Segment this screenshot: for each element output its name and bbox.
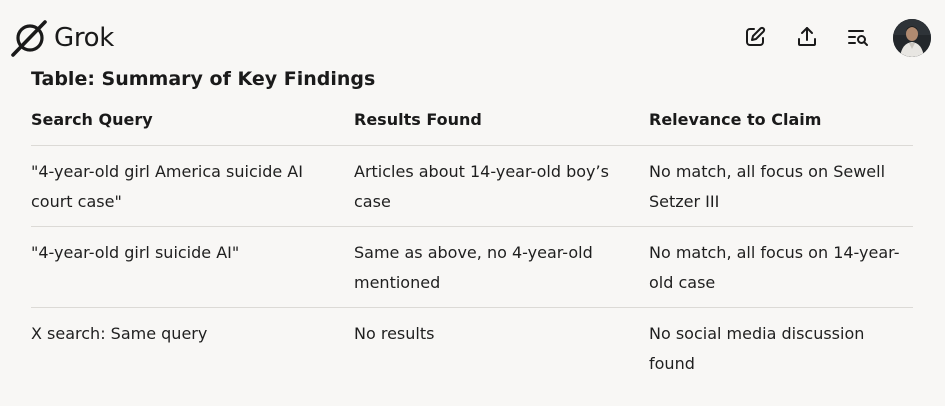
table-row: "4-year-old girl suicide AI" Same as abo… [31, 227, 913, 308]
column-header: Results Found [354, 110, 482, 129]
grok-logo[interactable]: Grok [10, 19, 114, 57]
column-header: Relevance to Claim [649, 110, 822, 129]
table-cell: No results [354, 324, 435, 343]
top-bar: Grok [0, 0, 945, 72]
table-cell: X search: Same query [31, 324, 208, 343]
share-button[interactable] [792, 22, 822, 52]
table-title: Table: Summary of Key Findings [31, 68, 376, 90]
table-cell: "4-year-old girl suicide AI" [31, 243, 240, 262]
history-search-button[interactable] [843, 22, 873, 52]
table-cell: No match, all focus on Sewell Setzer III [649, 162, 886, 211]
table-row: X search: Same query No results No socia… [31, 308, 913, 388]
table-cell: No match, all focus on 14-year-old case [649, 243, 900, 292]
findings-table: Search Query Results Found Relevance to … [31, 104, 913, 388]
search-history-icon [848, 30, 868, 46]
table-cell: Articles about 14-year-old boy’s case [354, 162, 609, 211]
table-cell: "4-year-old girl America suicide AI cour… [31, 162, 303, 211]
table-header-row: Search Query Results Found Relevance to … [31, 104, 913, 146]
table-row: "4-year-old girl America suicide AI cour… [31, 146, 913, 227]
avatar-photo-icon [893, 19, 931, 57]
share-upload-icon [798, 27, 816, 46]
app-name: Grok [54, 23, 115, 53]
edit-icon [746, 26, 766, 46]
grok-logo-icon [11, 20, 47, 57]
table-cell: Same as above, no 4-year-old mentioned [354, 243, 593, 292]
table-cell: No social media discussion found [649, 324, 865, 373]
user-avatar[interactable] [893, 19, 931, 57]
new-chat-button[interactable] [740, 22, 770, 52]
column-header: Search Query [31, 110, 153, 129]
